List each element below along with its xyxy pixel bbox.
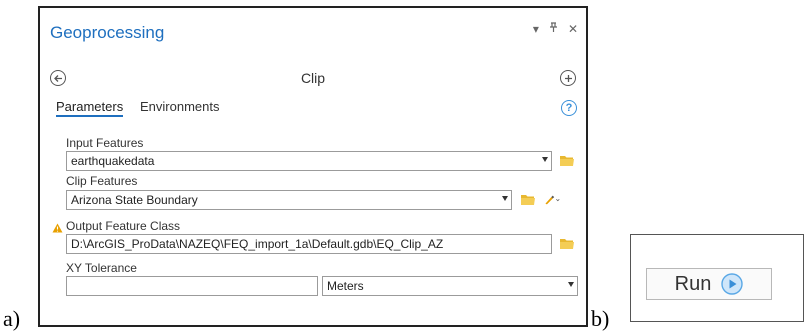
pencil-icon[interactable] bbox=[544, 193, 560, 207]
clip-features-value: Arizona State Boundary bbox=[71, 193, 198, 207]
window-controls: ▾ ✕ bbox=[533, 22, 578, 36]
close-icon[interactable]: ✕ bbox=[568, 22, 578, 36]
xy-tolerance-unit-dropdown[interactable]: Meters bbox=[322, 276, 578, 296]
input-features-value: earthquakedata bbox=[71, 154, 155, 168]
run-button-label: Run bbox=[674, 272, 712, 295]
add-icon[interactable] bbox=[560, 70, 576, 86]
tab-parameters[interactable]: Parameters bbox=[56, 99, 124, 117]
xy-tolerance-unit-value: Meters bbox=[327, 279, 364, 293]
xy-tolerance-label: XY Tolerance bbox=[66, 261, 137, 275]
output-feature-class-value: D:\ArcGIS_ProData\NAZEQ\FEQ_import_1a\De… bbox=[71, 237, 444, 251]
output-feature-class-label: Output Feature Class bbox=[66, 219, 181, 233]
folder-icon[interactable] bbox=[520, 193, 536, 206]
chevron-down-icon bbox=[502, 196, 508, 201]
pane-menu-icon[interactable]: ▾ bbox=[533, 22, 539, 36]
warning-icon bbox=[52, 223, 63, 233]
run-panel: Run bbox=[630, 234, 804, 322]
output-feature-class-input[interactable]: D:\ArcGIS_ProData\NAZEQ\FEQ_import_1a\De… bbox=[66, 234, 552, 254]
geoprocessing-pane: Geoprocessing ▾ ✕ Clip Parameters Enviro… bbox=[38, 6, 588, 327]
clip-features-label: Clip Features bbox=[66, 174, 138, 188]
tool-name: Clip bbox=[300, 70, 326, 86]
input-features-label: Input Features bbox=[66, 136, 144, 150]
pane-title: Geoprocessing bbox=[50, 23, 165, 42]
tab-environments[interactable]: Environments bbox=[140, 99, 219, 114]
help-icon[interactable]: ? bbox=[561, 100, 577, 116]
chevron-down-icon bbox=[568, 282, 574, 287]
caption-b: b) bbox=[591, 306, 610, 331]
folder-icon[interactable] bbox=[559, 154, 575, 167]
folder-icon[interactable] bbox=[559, 237, 575, 250]
pin-icon[interactable] bbox=[549, 22, 558, 36]
caption-a: a) bbox=[3, 306, 21, 331]
run-button[interactable]: Run bbox=[646, 268, 772, 300]
clip-features-dropdown[interactable]: Arizona State Boundary bbox=[66, 190, 512, 210]
input-features-dropdown[interactable]: earthquakedata bbox=[66, 151, 552, 171]
play-icon bbox=[721, 273, 744, 295]
chevron-down-icon bbox=[542, 157, 548, 162]
xy-tolerance-input[interactable] bbox=[66, 276, 318, 296]
